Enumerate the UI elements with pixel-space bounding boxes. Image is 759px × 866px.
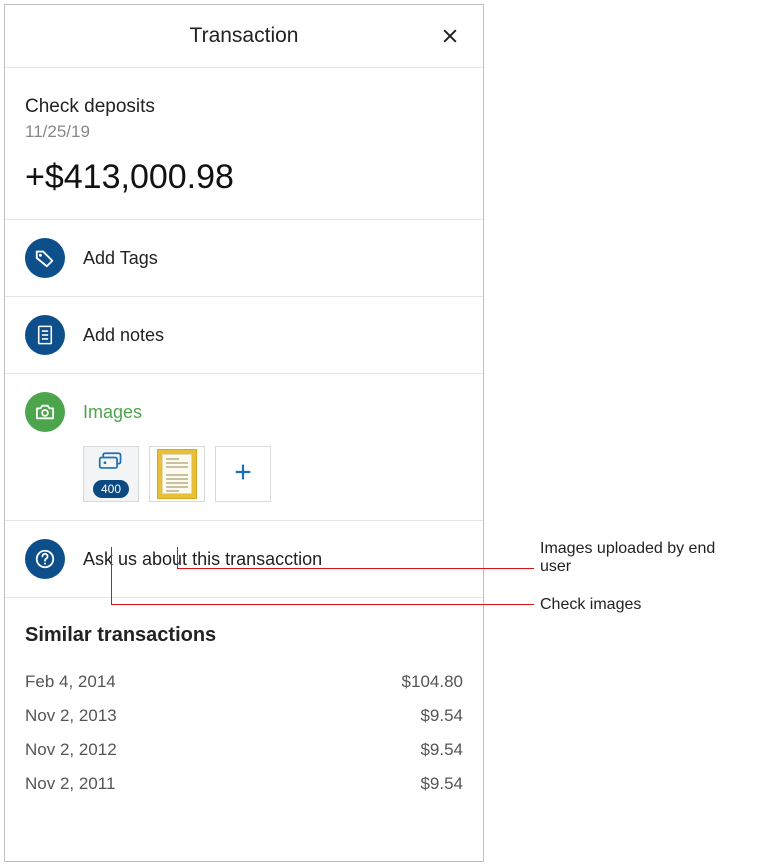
transaction-amount: +$413,000.98: [25, 158, 463, 197]
add-notes-row[interactable]: Add notes: [5, 297, 483, 374]
close-icon: [440, 26, 460, 46]
similar-transaction-amount: $104.80: [402, 672, 463, 692]
check-stack-icon: [98, 451, 124, 476]
similar-transaction-date: Feb 4, 2014: [25, 672, 116, 692]
similar-transaction-date: Nov 2, 2012: [25, 740, 117, 760]
similar-transaction-row[interactable]: Nov 2, 2012 $9.54: [25, 733, 463, 767]
help-icon: [25, 539, 65, 579]
panel-title: Transaction: [51, 24, 437, 48]
annotation-line: [111, 604, 534, 605]
similar-transaction-row[interactable]: Feb 4, 2014 $104.80: [25, 665, 463, 699]
ask-us-row[interactable]: Ask us about this transacction: [5, 521, 483, 598]
similar-heading: Similar transactions: [25, 624, 463, 647]
panel-header: Transaction: [5, 5, 483, 68]
camera-icon: [25, 392, 65, 432]
tag-icon: [25, 238, 65, 278]
add-tags-row[interactable]: Add Tags: [5, 220, 483, 297]
annotation-line: [111, 547, 112, 605]
similar-transaction-row[interactable]: Nov 2, 2011 $9.54: [25, 767, 463, 801]
images-section: Images 400: [5, 374, 483, 521]
similar-transaction-row[interactable]: Nov 2, 2013 $9.54: [25, 699, 463, 733]
similar-transaction-date: Nov 2, 2013: [25, 706, 117, 726]
uploaded-image-thumb[interactable]: [149, 446, 205, 502]
transaction-category: Check deposits: [25, 96, 463, 118]
similar-transaction-amount: $9.54: [420, 740, 463, 760]
add-tags-label: Add Tags: [83, 248, 158, 269]
plus-icon: [232, 461, 254, 488]
similar-transaction-amount: $9.54: [420, 706, 463, 726]
notes-icon: [25, 315, 65, 355]
transaction-date: 11/25/19: [25, 122, 463, 142]
similar-transactions: Similar transactions Feb 4, 2014 $104.80 N…: [5, 598, 483, 801]
add-image-button[interactable]: [215, 446, 271, 502]
close-button[interactable]: [437, 23, 463, 49]
annotation-uploaded-label: Images uploaded by end user: [540, 540, 750, 576]
check-count-badge: 400: [93, 480, 129, 498]
add-notes-label: Add notes: [83, 325, 164, 346]
similar-transaction-amount: $9.54: [420, 774, 463, 794]
document-icon: [157, 449, 197, 499]
annotation-line: [177, 547, 178, 569]
transaction-panel: Transaction Check deposits 11/25/19 +$41…: [4, 4, 484, 862]
similar-transaction-date: Nov 2, 2011: [25, 774, 115, 794]
check-images-thumb[interactable]: 400: [83, 446, 139, 502]
ask-us-label: Ask us about this transacction: [83, 549, 322, 570]
summary-block: Check deposits 11/25/19 +$413,000.98: [5, 68, 483, 220]
annotation-check-label: Check images: [540, 596, 641, 614]
images-label: Images: [83, 402, 142, 423]
annotation-line: [177, 568, 534, 569]
